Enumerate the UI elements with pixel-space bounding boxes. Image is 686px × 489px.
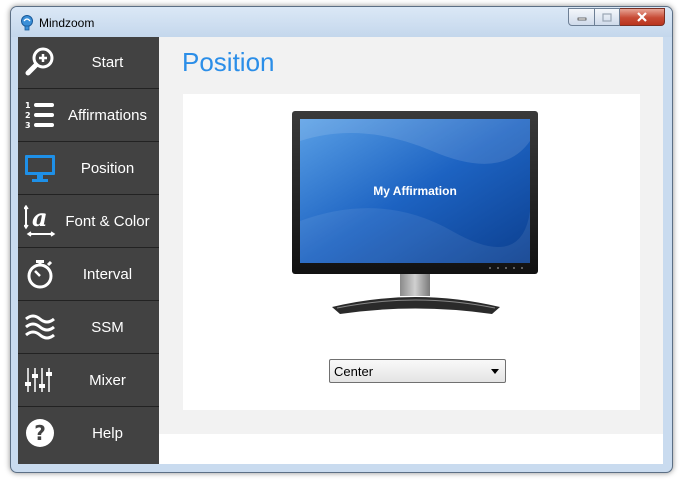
monitor-icon bbox=[25, 155, 55, 182]
affirmation-text: My Affirmation bbox=[373, 184, 457, 198]
sidebar-item-label: SSM bbox=[91, 319, 124, 336]
sidebar-item-position[interactable]: Position bbox=[18, 143, 159, 195]
waves-icon bbox=[25, 314, 55, 340]
minimize-button[interactable] bbox=[568, 8, 595, 26]
svg-text:?: ? bbox=[34, 421, 46, 445]
caption-buttons bbox=[568, 8, 665, 28]
monitor-preview: My Affirmation bbox=[292, 111, 538, 314]
sidebar-item-label: Affirmations bbox=[68, 107, 147, 124]
sidebar-item-label: Position bbox=[80, 160, 135, 177]
bottom-strip bbox=[159, 434, 663, 464]
sidebar-item-interval[interactable]: Interval bbox=[18, 249, 159, 301]
position-select-value: Center bbox=[334, 364, 374, 379]
title-bar[interactable]: Mindzoom bbox=[11, 7, 672, 37]
sidebar-item-help[interactable]: ? Help bbox=[18, 408, 159, 464]
magnifier-plus-icon bbox=[25, 47, 54, 76]
sidebar-item-label: Font & Color bbox=[65, 213, 150, 230]
sidebar-item-label: Start bbox=[91, 54, 124, 71]
maximize-icon bbox=[602, 12, 612, 22]
sidebar-item-label: Help bbox=[92, 425, 123, 442]
app-window: Mindzoom Start 1 2 3 Affirmations Positi… bbox=[10, 6, 673, 473]
sidebar-item-font-color[interactable]: a Font & Color bbox=[18, 196, 159, 248]
sidebar-item-label: Interval bbox=[82, 266, 133, 283]
client-area: Start 1 2 3 Affirmations Position a Font… bbox=[18, 37, 663, 464]
position-select[interactable]: Center bbox=[329, 359, 506, 383]
sidebar-item-start[interactable]: Start bbox=[18, 37, 159, 89]
svg-text:2: 2 bbox=[25, 111, 31, 120]
numbered-list-icon: 1 2 3 bbox=[25, 101, 54, 130]
sidebar-item-label: Mixer bbox=[89, 372, 126, 389]
window-title: Mindzoom bbox=[39, 16, 95, 30]
app-logo-icon bbox=[21, 15, 33, 31]
maximize-button[interactable] bbox=[595, 8, 620, 26]
close-button[interactable] bbox=[620, 8, 665, 26]
font-icon: a bbox=[24, 205, 56, 237]
question-icon: ? bbox=[26, 419, 54, 447]
svg-text:1: 1 bbox=[25, 101, 31, 110]
close-icon bbox=[637, 12, 647, 22]
sidebar-item-mixer[interactable]: Mixer bbox=[18, 355, 159, 407]
sidebar: Start 1 2 3 Affirmations Position a Font… bbox=[18, 37, 159, 464]
sliders-icon bbox=[25, 368, 52, 392]
chevron-down-icon bbox=[491, 369, 499, 374]
main-content: Position My Affirmation Center bbox=[159, 37, 663, 464]
minimize-icon bbox=[577, 17, 586, 21]
stopwatch-icon bbox=[27, 260, 53, 289]
page-title: Position bbox=[182, 47, 275, 77]
svg-text:3: 3 bbox=[25, 121, 31, 130]
sidebar-item-ssm[interactable]: SSM bbox=[18, 302, 159, 354]
sidebar-item-affirmations[interactable]: 1 2 3 Affirmations bbox=[18, 90, 159, 142]
svg-text:a: a bbox=[32, 205, 48, 232]
preview-panel: My Affirmation Center bbox=[183, 94, 640, 410]
